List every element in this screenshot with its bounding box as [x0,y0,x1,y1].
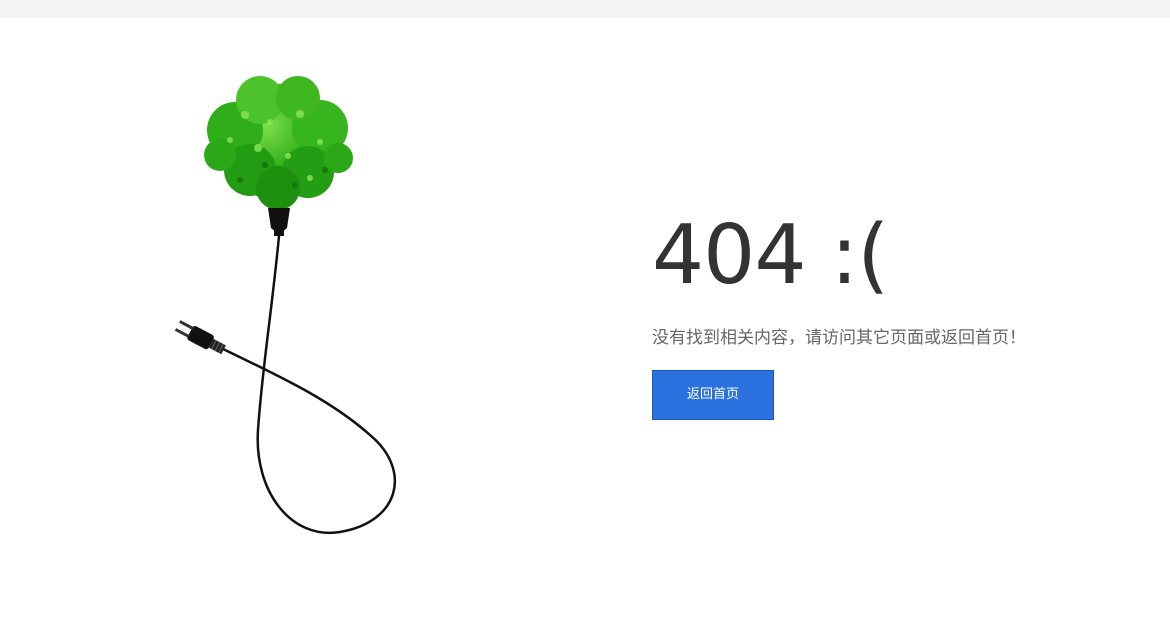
error-message: 没有找到相关内容，请访问其它页面或返回首页！ [652,328,1026,348]
power-plug-icon [174,320,226,355]
return-home-button[interactable]: 返回首页 [652,370,774,420]
top-bar [0,0,1170,18]
tree-icon [204,76,353,236]
power-cord [213,234,397,535]
error-content: 404 :( 没有找到相关内容，请访问其它页面或返回首页！ 返回首页 [652,208,1132,420]
error-code-heading: 404 :( [652,208,889,303]
tree-plug-illustration [150,70,430,550]
